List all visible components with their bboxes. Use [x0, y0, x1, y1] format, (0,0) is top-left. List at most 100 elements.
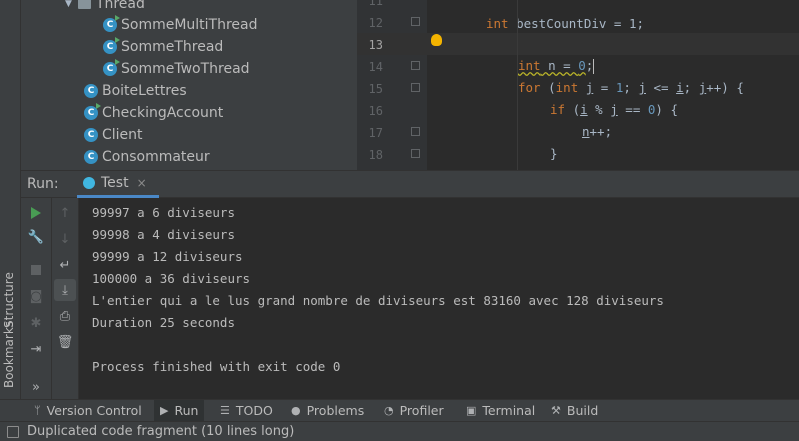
- print-button[interactable]: ⎙: [54, 305, 76, 327]
- code-editor[interactable]: int bestCountDiv = 1; for (int i = 1; i …: [357, 0, 799, 170]
- tree-folder-label: Thread: [95, 0, 145, 12]
- tree-item-label: Consommateur: [102, 149, 210, 165]
- bookmarks-tab-label: Bookmarks: [2, 320, 16, 388]
- scroll-down-button[interactable]: ↓: [54, 228, 76, 250]
- bookmarks-tab[interactable]: Bookmarks: [2, 302, 20, 388]
- tool-tab-label: TODO: [235, 403, 273, 418]
- panel-toggle-icon[interactable]: [7, 426, 19, 438]
- tree-item[interactable]: C CheckingAccount: [84, 102, 223, 124]
- code-line-14: for (int j = 1; j <= i; j++) {: [518, 80, 744, 95]
- code-line-13: int n = 0;: [357, 33, 799, 74]
- lightbulb-icon[interactable]: [431, 34, 442, 46]
- rerun-button[interactable]: [25, 202, 47, 224]
- fold-marker[interactable]: [411, 61, 420, 70]
- tree-item[interactable]: C SommeTwoThread: [103, 58, 250, 80]
- fold-marker[interactable]: [411, 127, 420, 136]
- tree-item-label: CheckingAccount: [102, 105, 224, 121]
- fold-marker[interactable]: [411, 17, 420, 26]
- tool-tab-version-control[interactable]: ᛘ Version Control: [34, 400, 142, 421]
- run-icon: ▶: [160, 404, 169, 417]
- scroll-to-end-icon: ⤓: [62, 282, 68, 298]
- line-number: 12: [368, 16, 383, 30]
- tool-tab-label: Version Control: [46, 403, 142, 418]
- tree-folder-thread[interactable]: ▼ Thread: [65, 0, 145, 15]
- tool-tab-problems[interactable]: ● Problems: [291, 400, 364, 421]
- console-output[interactable]: 99997 a 6 diviseurs 99998 a 4 diviseurs …: [79, 198, 799, 399]
- settings-button[interactable]: ✱: [25, 312, 47, 334]
- build-icon: ⚒: [551, 404, 561, 417]
- tree-item-label: Client: [102, 127, 143, 143]
- java-class-icon: C: [103, 37, 120, 54]
- arrow-up-icon: ↑: [59, 205, 71, 221]
- run-panel-header: Run: Test ×: [21, 170, 799, 198]
- run-config-icon: [83, 177, 95, 189]
- tool-tab-terminal[interactable]: ▣ Terminal: [466, 400, 535, 421]
- java-class-icon: C: [103, 15, 120, 32]
- line-number: 15: [368, 82, 383, 96]
- arrow-down-icon: ↓: [59, 231, 71, 247]
- clear-all-button[interactable]: 🗑: [54, 331, 76, 353]
- folder-icon: [77, 0, 91, 9]
- play-icon: [31, 207, 41, 219]
- code-line-15: if (i % j == 0) {: [550, 102, 678, 117]
- tree-item[interactable]: C Client: [84, 124, 143, 146]
- tool-tab-label: Terminal: [482, 403, 536, 418]
- fold-marker[interactable]: [411, 149, 420, 158]
- tool-tab-build[interactable]: ⚒ Build: [551, 400, 598, 421]
- tree-item-label: SommeThread: [121, 39, 224, 55]
- gear-icon: ✱: [30, 315, 42, 331]
- console-line: Duration 25 seconds: [92, 315, 235, 330]
- code-line-18: }: [357, 143, 799, 170]
- scroll-to-end-button[interactable]: ⤓: [54, 279, 76, 301]
- line-number: 11: [368, 0, 383, 8]
- close-icon[interactable]: ×: [137, 176, 147, 190]
- console-line: Process finished with exit code 0: [92, 359, 341, 374]
- code-line-16: n++;: [582, 124, 613, 139]
- tool-tab-todo[interactable]: ☰ TODO: [220, 400, 273, 421]
- tool-tab-label: Problems: [306, 403, 365, 418]
- status-bar: Duplicated code fragment (10 lines long): [0, 421, 799, 441]
- line-number: 16: [368, 104, 383, 118]
- tree-item[interactable]: C Consommateur: [84, 146, 210, 168]
- stop-button[interactable]: [25, 259, 47, 281]
- run-tab-label: Test: [101, 175, 129, 191]
- java-class-icon: C: [84, 84, 98, 98]
- console-line: 100000 a 36 diviseurs: [92, 271, 251, 286]
- run-tab-test[interactable]: Test ×: [77, 171, 159, 198]
- line-number: 13: [368, 38, 383, 52]
- soft-wrap-icon: ↵: [59, 257, 71, 273]
- tree-item-label: SommeTwoThread: [121, 61, 250, 77]
- tool-tab-run[interactable]: ▶ Run: [154, 400, 205, 421]
- tool-tab-label: Build: [566, 403, 599, 418]
- java-class-icon: C: [84, 150, 98, 164]
- fold-marker[interactable]: [411, 83, 420, 92]
- java-class-icon: C: [103, 59, 120, 76]
- tree-item[interactable]: C SommeMultiThread: [103, 14, 258, 36]
- tree-item-label: BoiteLettres: [102, 83, 187, 99]
- console-line: 99997 a 6 diviseurs: [92, 205, 235, 220]
- tree-item[interactable]: C SommeThread: [103, 36, 223, 58]
- indent-guide: [517, 0, 518, 170]
- terminal-icon: ▣: [466, 404, 477, 417]
- java-class-icon: C: [84, 103, 101, 120]
- code-line-12: for (int i = 1; i <= 100000; i++) {: [357, 11, 799, 51]
- chevron-down-icon[interactable]: ▼: [65, 0, 72, 9]
- left-tool-strip: Structure Bookmarks: [0, 0, 21, 399]
- trash-icon: 🗑: [56, 334, 74, 350]
- more-tools-button[interactable]: »: [25, 376, 47, 398]
- wrench-icon: 🔧: [27, 229, 45, 245]
- project-tree-panel: ▼ Thread C SommeMultiThread C SommeThrea…: [21, 0, 357, 170]
- soft-wrap-button[interactable]: ↵: [54, 254, 76, 276]
- scroll-up-button[interactable]: ↑: [54, 202, 76, 224]
- run-toolbar-secondary: ↑ ↓ ↵ ⤓ ⎙ 🗑: [52, 198, 79, 399]
- printer-icon: ⎙: [59, 308, 71, 324]
- tool-tab-label: Run: [174, 403, 199, 418]
- stop-icon: [31, 265, 41, 275]
- exit-button[interactable]: ⇥: [25, 338, 47, 360]
- tool-tab-profiler[interactable]: ◔ Profiler: [384, 400, 444, 421]
- edit-config-button[interactable]: 🔧: [25, 226, 47, 248]
- line-number: 18: [368, 148, 383, 162]
- tree-item[interactable]: C BoiteLettres: [84, 80, 187, 102]
- version-control-icon: ᛘ: [34, 404, 41, 417]
- dump-threads-button[interactable]: ◙: [25, 285, 47, 307]
